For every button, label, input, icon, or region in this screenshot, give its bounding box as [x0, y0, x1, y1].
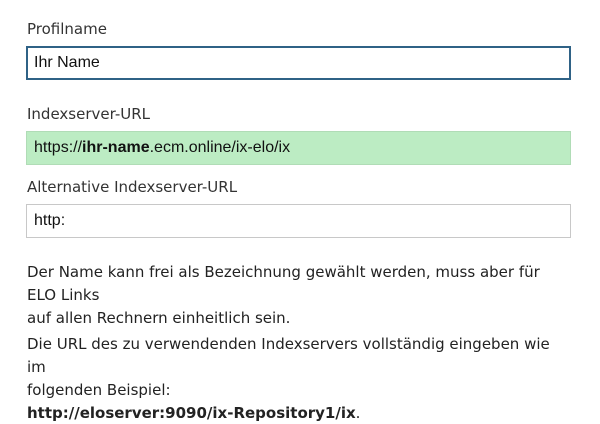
- profile-name-input[interactable]: Ihr Name: [26, 46, 571, 80]
- index-server-url-placeholder-part: ihr-name: [82, 139, 150, 156]
- index-server-url-suffix: .ecm.online/ix-elo/ix: [149, 139, 291, 156]
- url-example-end: .: [355, 404, 361, 422]
- index-server-url-label: Indexserver-URL: [27, 105, 150, 123]
- url-hint-line-1: Die URL des zu verwendenden Indexservers…: [27, 335, 550, 376]
- url-hint-line-2: folgenden Beispiel:: [27, 381, 171, 399]
- url-example: http://eloserver:9090/ix-Repository1/ix: [27, 404, 356, 422]
- index-server-url-prefix: https://: [34, 139, 83, 156]
- name-hint: Der Name kann frei als Bezeichnung gewäh…: [27, 261, 572, 330]
- alt-index-server-url-input[interactable]: http:: [26, 204, 571, 238]
- url-example-line: http://eloserver:9090/ix-Repository1/ix.: [27, 402, 572, 424]
- alt-index-server-url-value: http:: [34, 212, 66, 229]
- profile-name-label: Profilname: [27, 20, 107, 38]
- name-hint-line-1: Der Name kann frei als Bezeichnung gewäh…: [27, 263, 540, 304]
- alt-index-server-url-label: Alternative Indexserver-URL: [27, 178, 238, 196]
- index-server-url-input[interactable]: https://ihr-name.ecm.online/ix-elo/ix: [26, 131, 571, 165]
- name-hint-line-2: auf allen Rechnern einheitlich sein.: [27, 309, 291, 327]
- url-hint: Die URL des zu verwendenden Indexservers…: [27, 333, 572, 424]
- profile-name-value: Ihr Name: [34, 54, 100, 71]
